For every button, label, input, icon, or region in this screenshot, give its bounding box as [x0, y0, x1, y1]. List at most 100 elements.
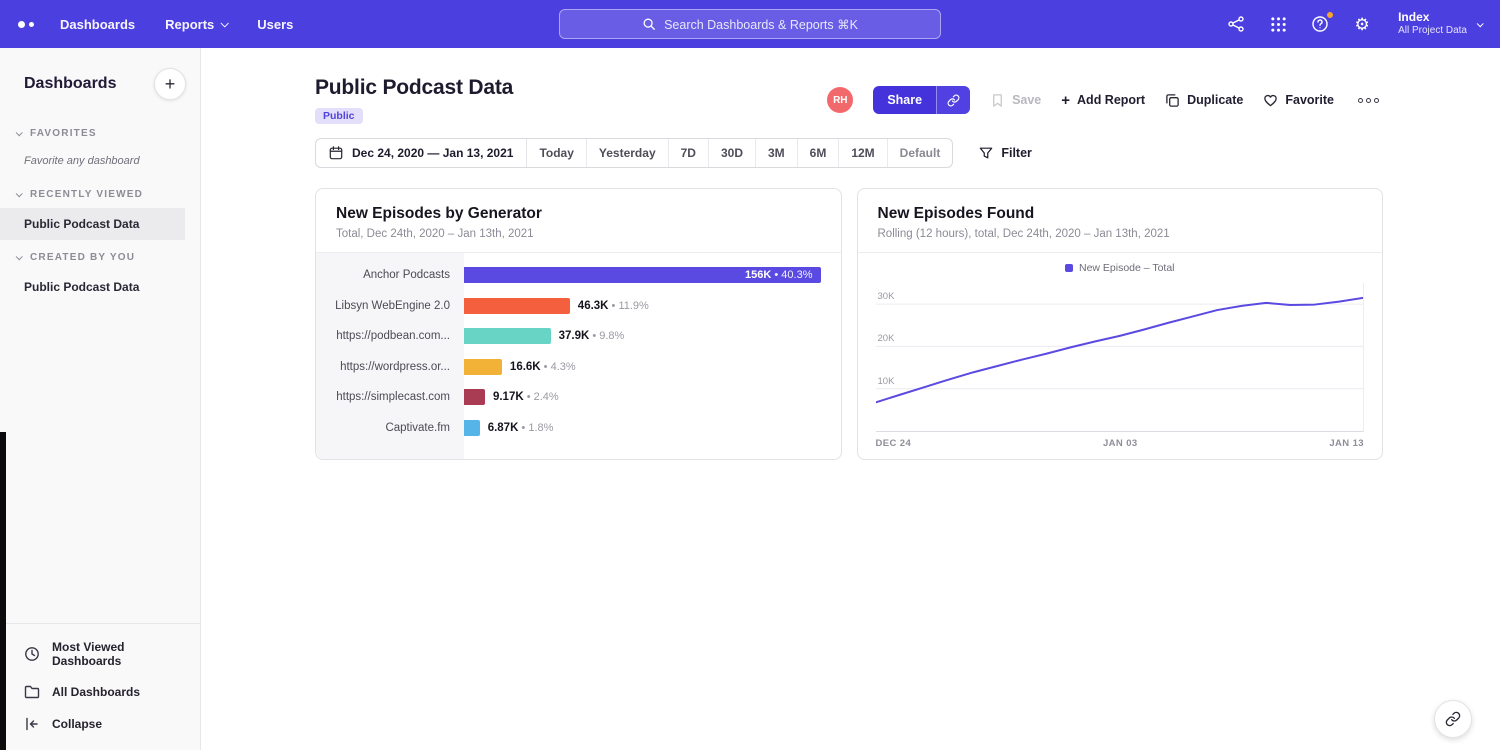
notification-badge: [1326, 11, 1334, 19]
bar-chart-card: New Episodes by Generator Total, Dec 24t…: [315, 188, 842, 460]
bar-category-label: Libsyn WebEngine 2.0: [316, 300, 464, 312]
footer-item-label: All Dashboards: [52, 685, 140, 699]
copy-icon: [1165, 93, 1180, 108]
save-button[interactable]: Save: [990, 93, 1041, 108]
bar-value-label: 16.6K • 4.3%: [510, 359, 576, 375]
project-switcher[interactable]: Index All Project Data: [1398, 10, 1482, 38]
search-input[interactable]: Search Dashboards & Reports ⌘K: [559, 9, 941, 39]
chevron-down-icon: [1477, 20, 1484, 27]
bar-row: https://simplecast.com9.17K • 2.4%: [316, 382, 821, 413]
bar-segment[interactable]: [464, 359, 502, 375]
plus-icon: +: [1061, 93, 1070, 108]
date-range-picker[interactable]: Dec 24, 2020 — Jan 13, 2021: [316, 139, 527, 167]
filter-funnel-icon: [979, 146, 993, 160]
preset-yesterday[interactable]: Yesterday: [587, 139, 669, 167]
nav-users[interactable]: Users: [257, 17, 293, 32]
preset-today[interactable]: Today: [527, 139, 586, 167]
line-plot: 10K20K30K: [876, 283, 1365, 432]
bookmark-icon: [990, 93, 1005, 108]
footer-item-label: Most Viewed Dashboards: [52, 640, 176, 668]
add-report-button[interactable]: + Add Report: [1061, 93, 1145, 108]
create-dashboard-button[interactable]: +: [154, 68, 186, 100]
bar-segment[interactable]: [464, 328, 551, 344]
bar-value-label: 37.9K • 9.8%: [559, 328, 625, 344]
section-label: CREATED BY YOU: [30, 252, 135, 263]
chart-subtitle: Total, Dec 24th, 2020 – Jan 13th, 2021: [336, 228, 821, 240]
all-dashboards-button[interactable]: All Dashboards: [0, 676, 200, 708]
line-chart-card: New Episodes Found Rolling (12 hours), t…: [857, 188, 1384, 460]
duplicate-label: Duplicate: [1187, 93, 1243, 107]
search-icon: [642, 17, 656, 31]
share-link-button[interactable]: [936, 86, 970, 114]
bar-track: 37.9K • 9.8%: [464, 328, 821, 344]
more-icon: [1358, 98, 1363, 103]
avatar[interactable]: RH: [827, 87, 853, 113]
main-content: Public Podcast Data Public RH Share: [201, 48, 1500, 750]
section-label: RECENTLY VIEWED: [30, 189, 143, 200]
folder-icon: [24, 684, 40, 700]
x-axis-tick-label: JAN 03: [1103, 438, 1138, 449]
favorite-button[interactable]: Favorite: [1263, 93, 1334, 108]
help-icon[interactable]: [1310, 14, 1330, 34]
bar-category-label: Anchor Podcasts: [316, 269, 464, 281]
x-axis-tick-label: JAN 13: [1329, 438, 1364, 449]
chevron-down-icon: [16, 253, 23, 260]
section-favorites[interactable]: FAVORITES: [0, 116, 200, 147]
sidebar-item-public-podcast-data[interactable]: Public Podcast Data: [0, 208, 185, 240]
bar-segment[interactable]: [464, 389, 485, 405]
bar-value-label: 46.3K • 11.9%: [578, 298, 649, 314]
bar-rows: Anchor Podcasts156K • 40.3% Libsyn WebEng…: [316, 253, 841, 459]
more-icon: [1366, 98, 1371, 103]
legend-label: New Episode – Total: [1079, 262, 1175, 274]
nav-dashboards[interactable]: Dashboards: [60, 17, 135, 32]
save-label: Save: [1012, 93, 1041, 107]
section-created-by-you[interactable]: CREATED BY YOU: [0, 240, 200, 271]
share-button[interactable]: Share: [873, 86, 936, 114]
nav-reports[interactable]: Reports: [165, 17, 227, 32]
collapse-icon: [24, 716, 40, 732]
preset-6m[interactable]: 6M: [798, 139, 840, 167]
project-scope: All Project Data: [1398, 25, 1467, 38]
sidebar-item-public-podcast-data-created[interactable]: Public Podcast Data: [0, 271, 200, 303]
preset-3m[interactable]: 3M: [756, 139, 798, 167]
bar-segment[interactable]: [464, 420, 480, 436]
bar-segment[interactable]: 156K • 40.3%: [464, 267, 821, 283]
header-actions: RH Share Save + A: [827, 86, 1383, 114]
clock-icon: [24, 646, 40, 662]
line-series[interactable]: [876, 298, 1364, 402]
more-options-button[interactable]: [1354, 94, 1383, 107]
x-axis-labels: DEC 24JAN 03JAN 13: [874, 432, 1367, 459]
preset-7d[interactable]: 7D: [669, 139, 709, 167]
collapse-sidebar-button[interactable]: Collapse: [0, 708, 200, 740]
visibility-badge: Public: [315, 108, 363, 124]
section-recently-viewed[interactable]: RECENTLY VIEWED: [0, 177, 200, 208]
chart-title: New Episodes by Generator: [336, 205, 821, 223]
date-controls: Dec 24, 2020 — Jan 13, 2021 Today Yester…: [315, 138, 953, 168]
filter-button[interactable]: Filter: [979, 146, 1032, 160]
preset-30d[interactable]: 30D: [709, 139, 756, 167]
nav-reports-label: Reports: [165, 17, 214, 32]
app-window: Dashboards Reports Users Search Dashboar…: [0, 0, 1500, 750]
bar-value-label: 6.87K • 1.8%: [488, 420, 554, 436]
data-connections-icon[interactable]: [1226, 14, 1246, 34]
legend-item[interactable]: New Episode – Total: [874, 262, 1367, 274]
toolbar: Dec 24, 2020 — Jan 13, 2021 Today Yester…: [315, 138, 1383, 168]
favorite-label: Favorite: [1285, 93, 1334, 107]
bar-track: 46.3K • 11.9%: [464, 298, 821, 314]
most-viewed-dashboards-button[interactable]: Most Viewed Dashboards: [0, 632, 200, 676]
link-icon: [947, 94, 960, 107]
copy-link-fab[interactable]: [1434, 700, 1472, 738]
duplicate-button[interactable]: Duplicate: [1165, 93, 1243, 108]
settings-gear-icon[interactable]: ⚙: [1352, 14, 1372, 34]
filter-label: Filter: [1001, 146, 1032, 160]
chart-subtitle: Rolling (12 hours), total, Dec 24th, 202…: [878, 228, 1363, 240]
preset-default[interactable]: Default: [888, 139, 953, 167]
bar-row: Libsyn WebEngine 2.0 46.3K • 11.9%: [316, 291, 821, 322]
apps-grid-icon[interactable]: [1268, 14, 1288, 34]
bar-segment[interactable]: [464, 298, 570, 314]
preset-12m[interactable]: 12M: [839, 139, 887, 167]
search-placeholder: Search Dashboards & Reports ⌘K: [664, 17, 858, 32]
bar-track: 156K • 40.3%: [464, 267, 821, 283]
page-title: Public Podcast Data: [315, 76, 513, 100]
chevron-down-icon: [16, 190, 23, 197]
